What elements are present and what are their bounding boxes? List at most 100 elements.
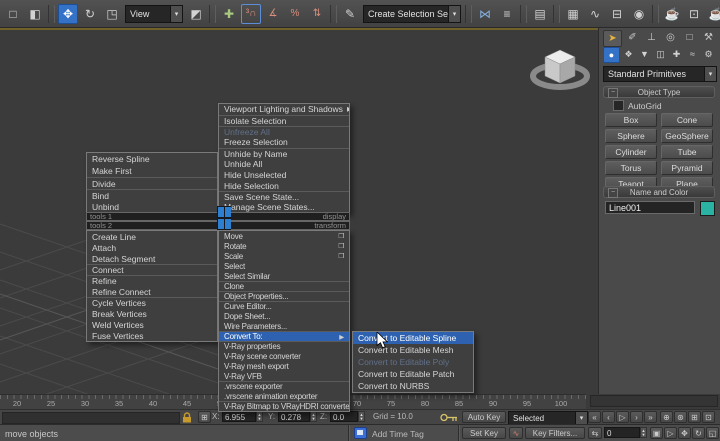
zoom-region-icon[interactable]: ⊡ [702,411,715,423]
window-crossing-selection-icon[interactable]: ◧ [25,4,45,24]
select-and-rotate-icon[interactable]: ↻ [80,4,100,24]
menu-item[interactable]: Reverse Spline [87,153,217,165]
menu-item[interactable]: Attach [87,242,217,253]
shapes-category-icon[interactable]: ❖ [621,47,636,61]
add-time-tag-label[interactable]: Add Time Tag [372,429,424,439]
menu-item[interactable]: Divide [87,177,217,189]
play-selected-icon[interactable]: ▷ [664,427,677,439]
menu-item[interactable]: Select Similar [219,271,349,281]
absolute-mode-transform-icon[interactable]: ⊞ [198,411,211,423]
time-slider-lock-icon[interactable] [182,412,192,423]
helpers-category-icon[interactable]: ✚ [669,47,684,61]
track-bar[interactable] [2,412,180,424]
primitive-button[interactable]: Box [605,113,657,127]
menu-item[interactable]: Convert to Editable Patch [353,368,473,380]
chevron-down-icon[interactable]: ▾ [448,6,460,22]
collapse-icon[interactable]: − [608,188,618,198]
y-spinner[interactable]: ▲▼ [310,411,317,422]
x-spinner[interactable]: ▲▼ [256,411,263,422]
snaps-toggle-icon[interactable]: ³∩ [241,4,261,24]
menu-item[interactable]: V-Ray properties [219,341,349,351]
hierarchy-tab-icon[interactable]: ⊥ [643,30,660,45]
next-frame-icon[interactable]: › [630,411,643,423]
select-and-scale-icon[interactable]: ◳ [102,4,122,24]
zoom-extents-icon[interactable]: ⊞ [688,411,701,423]
zoom-all-icon[interactable]: ⊛ [674,411,687,423]
menu-item[interactable]: .vrscene exporter [219,381,349,391]
z-spinner[interactable]: ▲▼ [358,411,365,422]
menu-item[interactable]: Object Properties... [219,291,349,301]
menu-item[interactable]: Rotate❒ [219,241,349,251]
menu-item[interactable]: Refine Connect [87,286,217,297]
cameras-category-icon[interactable]: ◫ [653,47,668,61]
motion-tab-icon[interactable]: ◎ [662,30,679,45]
angle-snap-toggle-icon[interactable]: ∡ [263,4,283,24]
schematic-view-icon[interactable]: ⊟ [607,4,627,24]
reference-coordinate-dropdown[interactable]: View ▾ [125,5,183,23]
auto-key-button[interactable]: Auto Key [462,411,506,423]
menu-item[interactable]: Freeze Selection [219,137,349,148]
z-coordinate-field[interactable]: 0.0 [330,411,358,422]
primitive-button[interactable]: Sphere [605,129,657,143]
menu-item[interactable]: Unhide by Name [219,148,349,159]
viewcube[interactable] [522,38,598,94]
primitive-button[interactable]: Cone [661,113,713,127]
y-coordinate-field[interactable]: 0.278 [278,411,310,422]
menu-item[interactable]: Hide Selection [219,180,349,191]
align-icon[interactable]: ≡ [497,4,517,24]
set-key-button[interactable]: Set Key [462,427,506,439]
menu-item[interactable]: Convert to Editable Spline [353,332,473,344]
key-mode-toggle-icon[interactable]: ⇆ [588,427,602,439]
create-tab-icon[interactable]: ➤ [603,30,622,47]
render-production-icon[interactable]: ☕ [706,4,720,24]
autogrid-checkbox[interactable] [613,100,624,111]
menu-item[interactable]: Convert to Editable Mesh [353,344,473,356]
go-to-end-icon[interactable]: » [644,411,657,423]
settings-box-icon[interactable]: ❒ [334,232,344,240]
menu-item[interactable]: Select [219,261,349,271]
zoom-icon[interactable]: ⊕ [660,411,673,423]
frame-spinner[interactable]: ▲▼ [640,427,647,438]
settings-box-icon[interactable]: ❒ [334,252,344,260]
systems-category-icon[interactable]: ⚙ [701,47,716,61]
menu-item[interactable]: Clone [219,281,349,291]
settings-box-icon[interactable]: ❒ [334,242,344,250]
rectangular-selection-region-icon[interactable]: □ [3,4,23,24]
menu-item[interactable]: V-Ray mesh export [219,361,349,371]
object-name-field[interactable]: Line001 [605,201,695,214]
percent-snap-toggle-icon[interactable]: % [285,4,305,24]
new-key-curve-icon[interactable]: ∿ [509,427,523,439]
chevron-down-icon[interactable]: ▾ [170,6,182,22]
primitive-button[interactable]: Torus [605,161,657,175]
collapse-icon[interactable]: − [608,88,618,98]
graphite-ribbon-icon[interactable]: ▦ [563,4,583,24]
object-color-swatch[interactable] [700,201,715,216]
name-and-color-rollout[interactable]: − Name and Color [603,186,715,198]
primitive-button[interactable]: Cylinder [605,145,657,159]
menu-item[interactable]: .vrscene animation exporter [219,391,349,401]
maximize-viewport-icon[interactable]: ◱ [706,427,719,439]
select-and-manipulate-icon[interactable]: ◩ [186,4,206,24]
layer-manager-icon[interactable]: ▤ [530,4,550,24]
lights-category-icon[interactable]: ▼ [637,47,652,61]
edit-named-selection-sets-icon[interactable]: ✎ [340,4,360,24]
menu-item[interactable]: Isolate Selection [219,115,349,126]
chevron-down-icon[interactable]: ▾ [575,412,587,424]
menu-item[interactable]: Fuse Vertices [87,330,217,341]
menu-item[interactable]: Weld Vertices [87,319,217,330]
quad-center-icon[interactable] [217,206,231,230]
space-warps-category-icon[interactable]: ≈ [685,47,700,61]
mirror-icon[interactable]: ⋈ [475,4,495,24]
menu-item[interactable]: Dope Sheet... [219,311,349,321]
pan-icon[interactable]: ✥ [678,427,691,439]
modify-tab-icon[interactable]: ✐ [624,30,641,45]
primitive-button[interactable]: Pyramid [661,161,713,175]
menu-item[interactable]: V-Ray Bitmap to VRayHDRI converter [219,401,349,411]
add-time-tag-icon[interactable] [354,427,367,439]
material-editor-icon[interactable]: ◉ [629,4,649,24]
primitive-button[interactable]: GeoSphere [661,129,713,143]
geometry-category-icon[interactable]: ● [603,47,620,63]
primitive-button[interactable]: Tube [661,145,713,159]
menu-item[interactable]: Convert to NURBS [353,380,473,392]
menu-item[interactable]: Scale❒ [219,251,349,261]
